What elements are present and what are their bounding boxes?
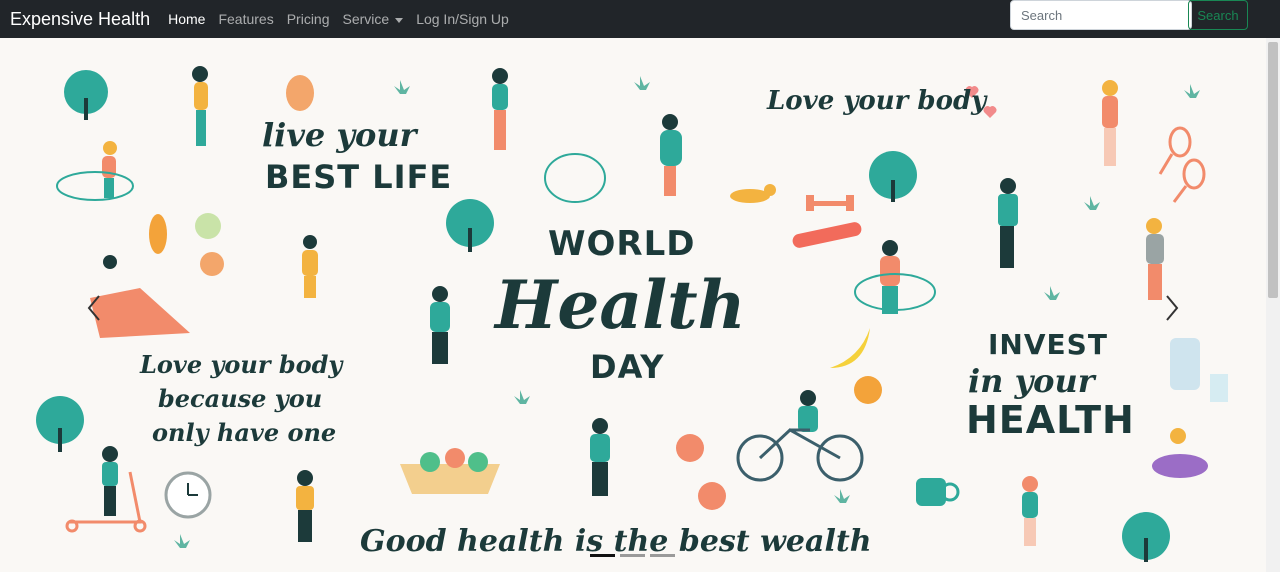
health-carousel: live your BEST LIFE Love your body WORLD… bbox=[0, 38, 1266, 572]
carousel-indicator-2[interactable] bbox=[620, 554, 645, 557]
health-caps-text: HEALTH bbox=[966, 398, 1135, 442]
in-your-text: in your bbox=[968, 362, 1095, 400]
nav-link-features[interactable]: Features bbox=[218, 11, 273, 27]
live-your-text: live your bbox=[262, 116, 417, 154]
best-life-text: BEST LIFE bbox=[265, 158, 453, 196]
day-text: DAY bbox=[590, 348, 665, 386]
chevron-right-icon bbox=[1166, 295, 1179, 321]
invest-text: INVEST bbox=[988, 328, 1108, 361]
page-scrollbar[interactable] bbox=[1266, 38, 1280, 572]
search-input[interactable] bbox=[1010, 0, 1192, 30]
nav-link-login-signup[interactable]: Log In/Sign Up bbox=[416, 11, 509, 27]
salad-bowl-icon bbox=[400, 448, 500, 494]
dog-icon bbox=[730, 184, 776, 203]
brand-logo[interactable]: Expensive Health bbox=[10, 9, 150, 30]
tea-cup-icon bbox=[916, 478, 960, 506]
clock-icon bbox=[164, 471, 212, 519]
nav-dropdown-service-label: Service bbox=[342, 11, 390, 27]
water-bottle-icon bbox=[1170, 338, 1228, 402]
carousel-indicator-3[interactable] bbox=[650, 554, 675, 557]
chevron-down-icon bbox=[395, 17, 404, 23]
world-text: WORLD bbox=[548, 224, 696, 264]
carousel-next-button[interactable] bbox=[1156, 288, 1186, 328]
nav-link-pricing[interactable]: Pricing bbox=[287, 11, 330, 27]
health-text: Health bbox=[495, 266, 746, 344]
nav-dropdown-service[interactable]: Service bbox=[343, 11, 404, 27]
carousel-indicator-1[interactable] bbox=[590, 554, 615, 557]
dumbbell-icon bbox=[792, 195, 862, 248]
racket-icon bbox=[1158, 126, 1206, 203]
only-have-one-text: only have one bbox=[152, 418, 337, 447]
love-your-body-text: Love your body bbox=[140, 350, 343, 379]
search-button[interactable]: Search bbox=[1188, 0, 1248, 30]
bicycle-icon bbox=[736, 428, 864, 482]
chevron-left-icon bbox=[87, 295, 100, 321]
love-your-body-top-text: Love your body bbox=[767, 86, 987, 116]
scrollbar-thumb[interactable] bbox=[1268, 42, 1278, 298]
carousel-indicators bbox=[590, 554, 675, 557]
because-you-text: because you bbox=[158, 384, 323, 413]
nav-link-home[interactable]: Home bbox=[168, 11, 205, 27]
carousel-prev-button[interactable] bbox=[80, 288, 110, 328]
top-navbar: Expensive Health Home Features Pricing S… bbox=[0, 0, 1280, 38]
